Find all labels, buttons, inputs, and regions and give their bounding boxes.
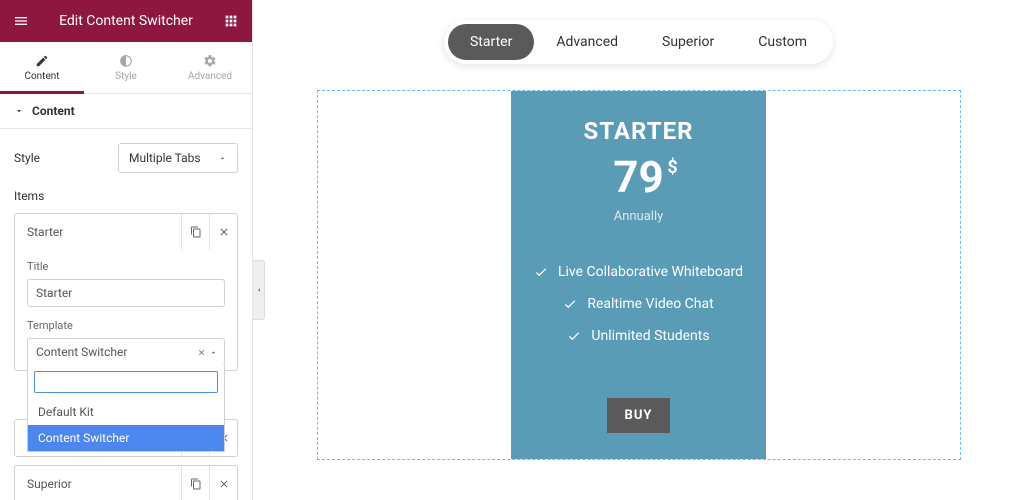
switch-tab-starter[interactable]: Starter — [448, 24, 534, 60]
close-icon — [218, 478, 230, 490]
title-field-label: Title — [27, 260, 225, 273]
menu-button[interactable] — [0, 0, 42, 42]
panel-tabs: Content Style Advanced — [0, 42, 252, 94]
duplicate-button[interactable] — [181, 466, 209, 500]
feature-item: Live Collaborative Whiteboard — [529, 264, 748, 280]
card-title: STARTER — [529, 117, 748, 145]
card-period: Annually — [529, 209, 748, 224]
card-price: 79$ — [613, 151, 664, 203]
apps-button[interactable] — [210, 0, 252, 42]
items-label: Items — [14, 189, 238, 203]
item-header[interactable]: Starter — [15, 214, 237, 250]
tab-advanced[interactable]: Advanced — [168, 42, 252, 93]
item-name: Starter — [15, 225, 181, 239]
editor-title: Edit Content Switcher — [42, 13, 210, 29]
check-icon — [563, 297, 577, 311]
feature-item: Realtime Video Chat — [529, 296, 748, 312]
tab-style-label: Style — [115, 71, 137, 82]
dropdown-search — [28, 365, 224, 399]
preview-frame: STARTER 79$ Annually Live Collaborative … — [317, 90, 961, 460]
copy-icon — [190, 226, 202, 238]
template-dropdown: Default Kit Content Switcher — [27, 365, 225, 452]
copy-icon — [190, 478, 202, 490]
feature-text: Live Collaborative Whiteboard — [558, 264, 743, 280]
contrast-icon — [119, 54, 133, 68]
caret-down-icon — [14, 106, 24, 116]
switch-tab-superior[interactable]: Superior — [640, 24, 736, 60]
tab-style[interactable]: Style — [84, 42, 168, 93]
collapse-sidebar-button[interactable] — [253, 260, 265, 320]
title-input[interactable] — [27, 279, 225, 307]
chevron-left-icon — [255, 286, 263, 294]
pencil-icon — [35, 54, 49, 68]
style-value: Multiple Tabs — [129, 151, 201, 165]
pricing-card: STARTER 79$ Annually Live Collaborative … — [511, 91, 766, 459]
panel-body: Style Multiple Tabs Items Starter Title … — [0, 129, 252, 500]
clear-icon[interactable] — [197, 348, 206, 357]
switch-tab-advanced[interactable]: Advanced — [534, 24, 640, 60]
section-toggle[interactable]: Content — [0, 94, 252, 129]
tab-advanced-label: Advanced — [188, 71, 232, 82]
feature-item: Unlimited Students — [529, 328, 748, 344]
editor-header: Edit Content Switcher — [0, 0, 252, 42]
chevron-down-icon — [218, 154, 227, 163]
editor-sidebar: Edit Content Switcher Content Style Adva… — [0, 0, 253, 500]
template-select[interactable]: Content Switcher Default Kit Content Swi… — [27, 338, 225, 366]
gear-icon — [203, 54, 217, 68]
combo-actions — [197, 348, 218, 357]
check-icon — [534, 265, 548, 279]
item-header[interactable]: Superior — [15, 466, 237, 500]
style-label: Style — [14, 151, 40, 165]
style-select[interactable]: Multiple Tabs — [118, 143, 238, 173]
duplicate-button[interactable] — [181, 214, 209, 250]
content-switcher: Starter Advanced Superior Custom — [444, 20, 833, 64]
section-title: Content — [32, 104, 75, 118]
item-starter-expanded: Starter Title Template Content Switcher — [14, 213, 238, 371]
template-field-label: Template — [27, 319, 225, 332]
feature-text: Unlimited Students — [591, 328, 709, 344]
price-currency: $ — [667, 157, 677, 178]
template-value: Content Switcher — [36, 345, 127, 359]
option-default-kit[interactable]: Default Kit — [28, 399, 224, 425]
preview-canvas: Starter Advanced Superior Custom STARTER… — [253, 0, 1024, 500]
item-superior: Superior — [14, 465, 238, 500]
check-icon — [567, 329, 581, 343]
caret-up-icon[interactable] — [209, 348, 218, 357]
dropdown-search-input[interactable] — [34, 371, 218, 393]
buy-button[interactable]: BUY — [607, 398, 671, 433]
close-icon — [218, 226, 230, 238]
tab-content-label: Content — [24, 71, 59, 82]
option-content-switcher[interactable]: Content Switcher — [28, 425, 224, 451]
item-name: Superior — [15, 477, 181, 491]
remove-button[interactable] — [209, 214, 237, 250]
price-value: 79 — [613, 151, 664, 203]
feature-text: Realtime Video Chat — [587, 296, 713, 312]
remove-button[interactable] — [209, 466, 237, 500]
switch-tab-custom[interactable]: Custom — [736, 24, 829, 60]
feature-list: Live Collaborative Whiteboard Realtime V… — [529, 264, 748, 344]
item-body: Title Template Content Switcher Default … — [15, 250, 237, 370]
tab-content[interactable]: Content — [0, 42, 84, 93]
style-control: Style Multiple Tabs — [14, 143, 238, 173]
